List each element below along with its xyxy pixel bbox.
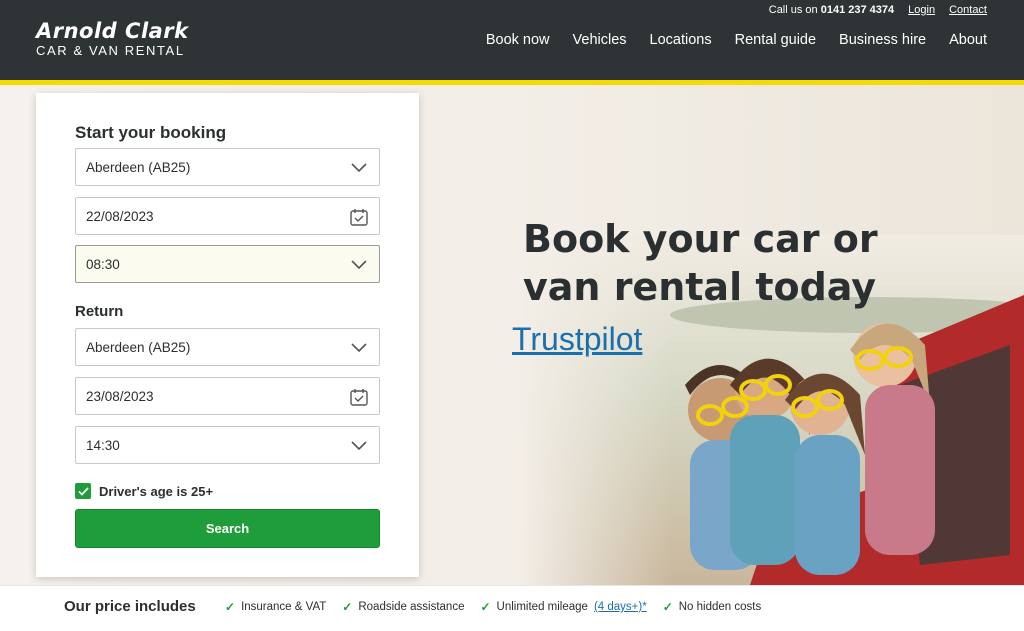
nav-vehicles[interactable]: Vehicles	[573, 32, 627, 48]
call-prefix: Call us on	[768, 4, 818, 16]
pickup-location-select[interactable]: Aberdeen (AB25)	[75, 148, 380, 186]
check-icon: ✓	[342, 600, 353, 614]
main-nav: Book now Vehicles Locations Rental guide…	[486, 32, 987, 48]
search-button[interactable]: Search	[75, 509, 380, 548]
booking-panel: Start your booking Aberdeen (AB25) 22/08…	[36, 93, 419, 577]
hero-headline: Book your car or van rental today	[523, 215, 878, 311]
return-date-value: 23/08/2023	[86, 388, 154, 404]
headline-line-2: van rental today	[523, 265, 877, 309]
price-includes-bar: Our price includes ✓ Insurance & VAT ✓ Roa…	[0, 585, 1024, 631]
price-item-label: Unlimited mileage	[496, 601, 588, 613]
logo-main-text: Arnold Clark	[36, 19, 189, 43]
nav-rental-guide[interactable]: Rental guide	[735, 32, 816, 48]
calendar-icon[interactable]	[349, 387, 369, 407]
driver-age-label: Driver's age is 25+	[99, 483, 214, 499]
nav-business-hire[interactable]: Business hire	[839, 32, 926, 48]
mileage-terms-link[interactable]: (4 days+)*	[594, 601, 647, 613]
return-location-select[interactable]: Aberdeen (AB25)	[75, 328, 380, 366]
booking-title: Start your booking	[75, 123, 227, 142]
chevron-down-icon	[351, 343, 367, 353]
call-us-text: Call us on 0141 237 4374	[769, 4, 894, 16]
pickup-date-field[interactable]: 22/08/2023	[75, 197, 380, 235]
headline-line-1: Book your car or	[523, 217, 878, 261]
nav-about[interactable]: About	[949, 32, 987, 48]
contact-link[interactable]: Contact	[949, 4, 987, 16]
price-item-label: No hidden costs	[678, 601, 762, 613]
pickup-time-select[interactable]: 08:30	[75, 245, 380, 283]
chevron-down-icon	[351, 441, 367, 451]
price-item-label: Roadside assistance	[358, 601, 465, 613]
price-includes-title: Our price includes	[64, 598, 196, 615]
calendar-icon[interactable]	[349, 207, 369, 227]
pickup-location-value: Aberdeen (AB25)	[86, 159, 191, 175]
price-item: ✓ Roadside assistance	[342, 600, 464, 614]
site-header: Arnold Clark CAR & VAN RENTAL Call us on…	[0, 0, 1024, 80]
driver-age-checkbox[interactable]: Driver's age is 25+	[75, 483, 213, 499]
trustpilot-link[interactable]: Trustpilot	[512, 321, 642, 358]
logo[interactable]: Arnold Clark CAR & VAN RENTAL	[36, 20, 189, 59]
top-utility-bar: Call us on 0141 237 4374 Login Contact	[769, 4, 987, 16]
nav-book-now[interactable]: Book now	[486, 32, 550, 48]
checkbox-checked-icon[interactable]	[75, 483, 91, 499]
pickup-time-value: 08:30	[86, 256, 120, 272]
chevron-down-icon	[351, 260, 367, 270]
price-item: ✓ Unlimited mileage (4 days+)*	[480, 600, 646, 614]
return-location-value: Aberdeen (AB25)	[86, 339, 191, 355]
check-icon: ✓	[662, 600, 673, 614]
return-time-select[interactable]: 14:30	[75, 426, 380, 464]
price-item: ✓ Insurance & VAT	[225, 600, 326, 614]
login-link[interactable]: Login	[908, 4, 935, 16]
price-includes-list: ✓ Insurance & VAT ✓ Roadside assistance ✓ U…	[225, 600, 761, 614]
price-item: ✓ No hidden costs	[663, 600, 762, 614]
phone-number[interactable]: 0141 237 4374	[821, 4, 894, 16]
price-item-label: Insurance & VAT	[241, 601, 327, 613]
return-date-field[interactable]: 23/08/2023	[75, 377, 380, 415]
return-time-value: 14:30	[86, 437, 120, 453]
pickup-date-value: 22/08/2023	[86, 208, 154, 224]
return-title: Return	[75, 303, 124, 320]
chevron-down-icon	[351, 163, 367, 173]
nav-locations[interactable]: Locations	[650, 32, 712, 48]
check-icon: ✓	[480, 600, 491, 614]
logo-sub-text: CAR & VAN RENTAL	[36, 43, 185, 58]
check-icon: ✓	[225, 600, 236, 614]
